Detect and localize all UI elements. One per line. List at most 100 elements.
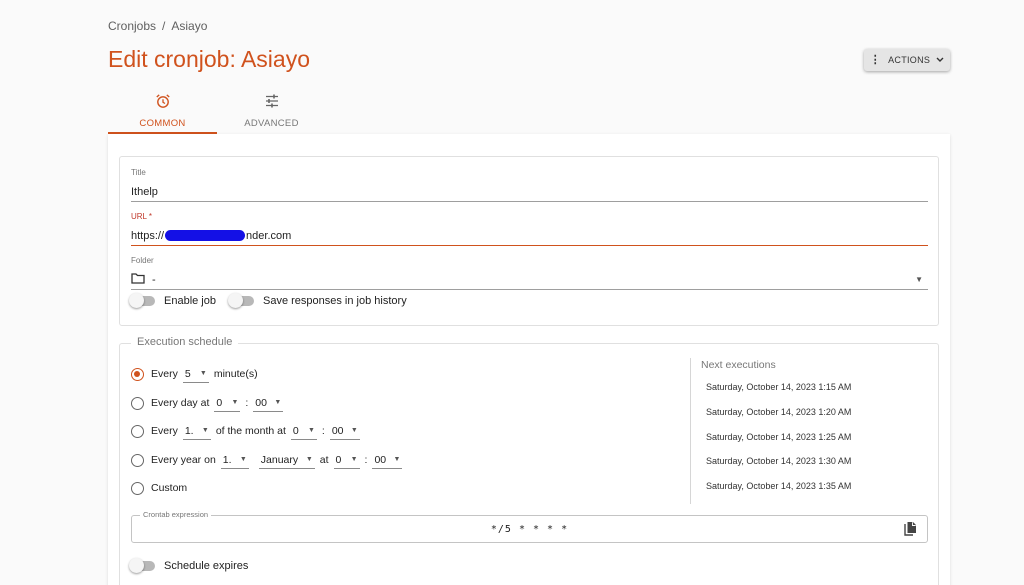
dropdown-arrow-icon: ▼ (915, 275, 923, 284)
url-input[interactable]: https:// nder.com (131, 226, 928, 246)
url-suffix: nder.com (246, 229, 292, 242)
next-execution-item: Saturday, October 14, 2023 1:30 AM (706, 456, 852, 466)
tab-advanced-label: ADVANCED (244, 118, 299, 129)
crontab-expression-label: Crontab expression (140, 510, 212, 519)
url-label: URL * (131, 212, 153, 221)
monthly-minute-select[interactable]: 00 ▼ (329, 422, 360, 440)
breadcrumb-separator: / (162, 19, 166, 33)
radio-every-minutes[interactable] (131, 367, 144, 381)
time-colon: : (321, 425, 325, 437)
enable-job-label: Enable job (164, 295, 216, 307)
save-responses-toggle[interactable]: Save responses in job history (228, 293, 407, 308)
dropdown-arrow-icon: ▼ (239, 456, 247, 463)
daily-minute-value: 00 (255, 396, 267, 409)
enable-job-toggle[interactable]: Enable job (129, 293, 216, 308)
dropdown-arrow-icon: ▼ (393, 456, 401, 463)
more-vert-icon: ⋮ (869, 53, 882, 66)
next-execution-item: Saturday, October 14, 2023 1:25 AM (706, 432, 852, 442)
execution-schedule-group: Execution schedule Every 5 ▼ minute(s) Ev… (119, 336, 939, 585)
minutes-unit-label: minute(s) (213, 368, 258, 380)
sliders-icon (264, 92, 280, 110)
folder-value: - (152, 273, 156, 286)
yearly-day-select[interactable]: 1. ▼ (220, 451, 249, 469)
monthly-day-select[interactable]: 1. ▼ (182, 422, 211, 440)
next-execution-item: Saturday, October 14, 2023 1:35 AM (706, 481, 852, 491)
radio-every-year[interactable] (131, 453, 144, 467)
breadcrumb-cronjobs-link[interactable]: Cronjobs (108, 19, 156, 33)
radio-every-day[interactable] (131, 396, 144, 410)
tab-bar: COMMON ADVANCED (108, 86, 326, 134)
job-toggles: Enable job Save responses in job history (129, 293, 421, 308)
schedule-option-custom: Custom (131, 477, 187, 499)
breadcrumb-current: Asiayo (171, 19, 208, 33)
dropdown-arrow-icon: ▼ (231, 399, 239, 406)
monthly-hour-select[interactable]: 0 ▼ (290, 422, 317, 440)
next-execution-item: Saturday, October 14, 2023 1:20 AM (706, 407, 852, 417)
next-executions-divider (690, 358, 691, 504)
page: Cronjobs / Asiayo Edit cronjob: Asiayo ⋮ A… (0, 0, 1024, 585)
schedule-expires-toggle[interactable]: Schedule expires (129, 558, 249, 573)
folder-icon (131, 272, 145, 287)
dropdown-arrow-icon: ▼ (305, 456, 313, 463)
alarm-clock-icon (155, 92, 171, 110)
save-responses-switch[interactable] (228, 293, 254, 308)
folder-select[interactable]: - ▼ (131, 270, 928, 290)
next-executions-title: Next executions (701, 359, 776, 371)
title-input[interactable]: Ithelp (131, 182, 928, 202)
actions-button-label: ACTIONS (888, 55, 931, 65)
yearly-month-select[interactable]: January ▼ (258, 451, 315, 469)
every-minutes-select[interactable]: 5 ▼ (182, 365, 209, 383)
every-day-label: Every day at (151, 397, 210, 409)
schedule-option-every-minutes: Every 5 ▼ minute(s) (131, 363, 258, 385)
crontab-expression-value: */5 * * * * (490, 524, 569, 535)
monthly-minute-value: 00 (331, 424, 344, 437)
next-execution-item: Saturday, October 14, 2023 1:15 AM (706, 382, 852, 392)
every-month-label: Every (151, 425, 178, 437)
breadcrumb: Cronjobs / Asiayo (108, 19, 207, 33)
dropdown-arrow-icon: ▼ (350, 427, 358, 434)
daily-hour-value: 0 (216, 396, 223, 409)
tab-advanced[interactable]: ADVANCED (217, 86, 326, 134)
custom-label: Custom (151, 482, 188, 494)
every-year-label: Every year on (151, 454, 216, 466)
yearly-minute-select[interactable]: 00 ▼ (372, 451, 403, 469)
dropdown-arrow-icon: ▼ (350, 456, 358, 463)
daily-hour-select[interactable]: 0 ▼ (214, 394, 241, 412)
time-colon: : (245, 397, 249, 409)
tab-common[interactable]: COMMON (108, 86, 217, 134)
yearly-month-value: January (260, 453, 299, 466)
execution-schedule-legend: Execution schedule (131, 336, 239, 348)
tab-common-label: COMMON (139, 118, 186, 129)
radio-custom[interactable] (131, 481, 144, 495)
enable-job-switch[interactable] (129, 293, 155, 308)
yearly-hour-select[interactable]: 0 ▼ (333, 451, 360, 469)
schedule-option-every-day: Every day at 0 ▼ : 00 ▼ (131, 392, 288, 414)
every-label: Every (151, 368, 178, 380)
schedule-expires-switch[interactable] (129, 558, 155, 573)
monthly-hour-value: 0 (292, 424, 299, 437)
title-field: Title Ithelp (131, 168, 928, 202)
every-minutes-value: 5 (184, 367, 191, 380)
schedule-option-every-year: Every year on 1. ▼ January ▼ at 0 ▼ : 00 ▼ (131, 449, 407, 471)
crontab-expression-field[interactable]: Crontab expression */5 * * * * (131, 510, 928, 543)
schedule-expires-label: Schedule expires (164, 560, 249, 572)
dropdown-arrow-icon: ▼ (199, 370, 207, 377)
radio-every-month[interactable] (131, 424, 144, 438)
yearly-minute-value: 00 (374, 453, 387, 466)
folder-label: Folder (131, 256, 154, 265)
copy-icon[interactable] (903, 521, 917, 542)
dropdown-arrow-icon: ▼ (274, 399, 282, 406)
form-card: Title Ithelp URL * https:// nder.com Fold… (108, 134, 950, 585)
url-prefix: https:// (131, 229, 165, 242)
at-label: at (319, 454, 329, 466)
actions-button[interactable]: ⋮ ACTIONS (864, 49, 950, 71)
chevron-down-icon (936, 55, 944, 65)
daily-minute-select[interactable]: 00 ▼ (253, 394, 284, 412)
yearly-hour-value: 0 (335, 453, 342, 466)
dropdown-arrow-icon: ▼ (201, 427, 209, 434)
url-field: URL * https:// nder.com (131, 212, 928, 246)
page-title: Edit cronjob: Asiayo (108, 46, 311, 72)
dropdown-arrow-icon: ▼ (307, 427, 315, 434)
title-input-value: Ithelp (131, 185, 158, 198)
title-label: Title (131, 168, 146, 177)
